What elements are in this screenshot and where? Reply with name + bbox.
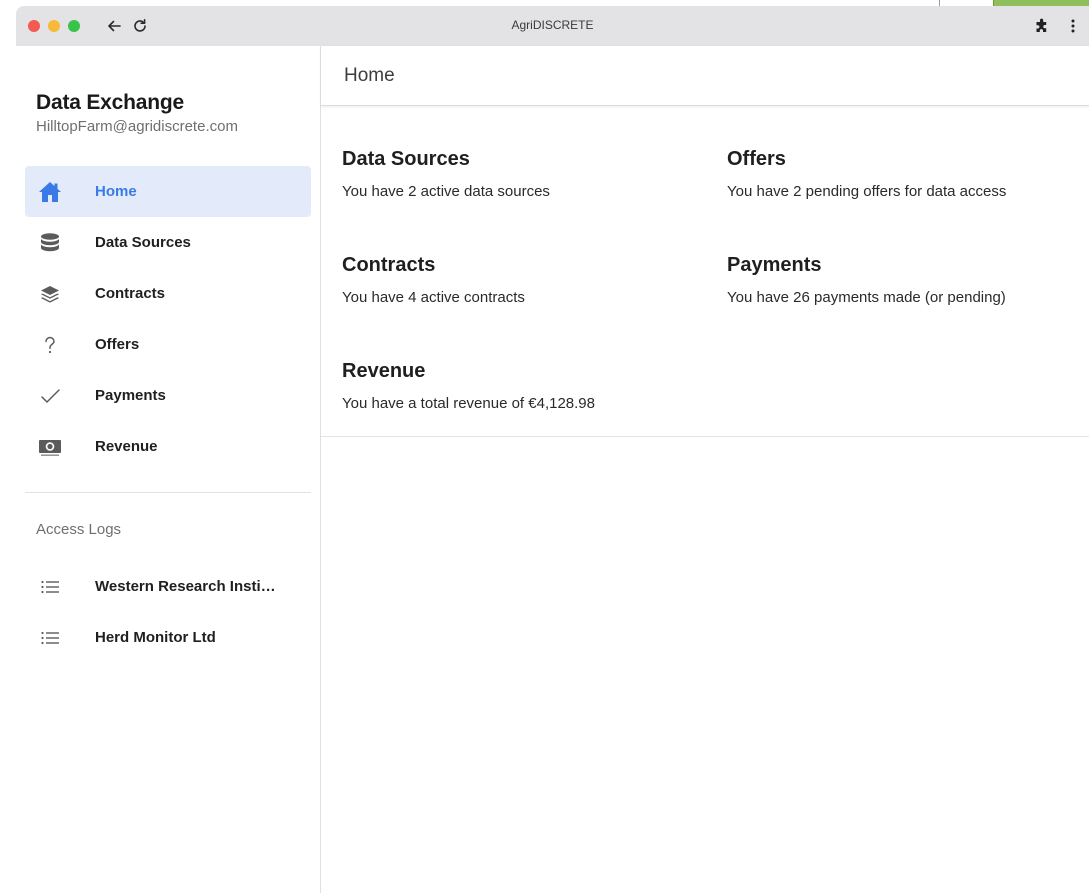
summary-card-contracts: Contracts You have 4 active contracts xyxy=(342,254,702,306)
card-title: Payments xyxy=(727,254,822,276)
list-icon xyxy=(37,625,63,651)
access-logs-heading: Access Logs xyxy=(36,521,122,538)
card-text: You have 4 active contracts xyxy=(342,289,525,306)
sidebar-divider xyxy=(25,492,311,493)
sidebar-item-home[interactable]: Home xyxy=(25,166,311,217)
sidebar-item-label: Offers xyxy=(95,336,140,353)
access-log-label: Western Research Insti… xyxy=(95,578,276,595)
card-text: You have a total revenue of €4,128.98 xyxy=(342,395,595,412)
sidebar-item-revenue[interactable]: Revenue xyxy=(25,421,311,472)
main-content: Home Data Sources You have 2 active data… xyxy=(321,46,1089,893)
layers-icon xyxy=(37,281,63,307)
summary-card-data-sources: Data Sources You have 2 active data sour… xyxy=(342,148,702,200)
money-icon xyxy=(37,434,63,460)
summary-card-payments: Payments You have 26 payments made (or p… xyxy=(727,254,1087,306)
card-title: Revenue xyxy=(342,360,426,382)
title-bar: AgriDISCRETE xyxy=(16,6,1089,46)
home-icon xyxy=(37,179,63,205)
browser-window: AgriDISCRETE Data Exchange HilltopFarm@a… xyxy=(16,6,1089,893)
main-nav: Home Data Sources Contracts Offers Payme… xyxy=(25,166,311,472)
access-log-western-research[interactable]: Western Research Insti… xyxy=(25,562,311,613)
summary-card-offers: Offers You have 2 pending offers for dat… xyxy=(727,148,1087,200)
sidebar: Data Exchange HilltopFarm@agridiscrete.c… xyxy=(16,46,321,893)
summary-card-revenue: Revenue You have a total revenue of €4,1… xyxy=(342,360,702,412)
sidebar-item-label: Payments xyxy=(95,387,166,404)
sidebar-item-label: Revenue xyxy=(95,438,158,455)
sidebar-item-contracts[interactable]: Contracts xyxy=(25,268,311,319)
extensions-button[interactable] xyxy=(1030,14,1054,38)
sidebar-item-payments[interactable]: Payments xyxy=(25,370,311,421)
puzzle-icon xyxy=(1036,18,1047,32)
page-title: Home xyxy=(344,65,395,86)
list-icon xyxy=(37,574,63,600)
database-icon xyxy=(37,230,63,256)
question-icon xyxy=(37,332,63,358)
access-log-herd-monitor[interactable]: Herd Monitor Ltd xyxy=(25,613,311,664)
more-vertical-icon xyxy=(1071,19,1075,33)
app-header: Home xyxy=(321,46,1089,106)
card-title: Data Sources xyxy=(342,148,470,170)
check-icon xyxy=(37,383,63,409)
window-title: AgriDISCRETE xyxy=(511,18,594,32)
card-text: You have 2 pending offers for data acces… xyxy=(727,183,1007,200)
card-title: Contracts xyxy=(342,254,436,276)
browser-menu-button[interactable] xyxy=(1061,14,1085,38)
user-email: HilltopFarm@agridiscrete.com xyxy=(36,118,238,135)
card-title: Offers xyxy=(727,148,786,170)
summary-panel: Data Sources You have 2 active data sour… xyxy=(321,106,1089,437)
access-log-label: Herd Monitor Ltd xyxy=(95,629,216,646)
access-logs-list: Western Research Insti… Herd Monitor Ltd xyxy=(25,562,311,664)
card-text: You have 26 payments made (or pending) xyxy=(727,289,1006,306)
card-text: You have 2 active data sources xyxy=(342,183,550,200)
sidebar-item-label: Home xyxy=(95,183,137,200)
sidebar-item-label: Data Sources xyxy=(95,234,191,251)
sidebar-item-offers[interactable]: Offers xyxy=(25,319,311,370)
sidebar-item-label: Contracts xyxy=(95,285,166,302)
app-title: Data Exchange xyxy=(36,91,184,114)
sidebar-item-data-sources[interactable]: Data Sources xyxy=(25,217,311,268)
